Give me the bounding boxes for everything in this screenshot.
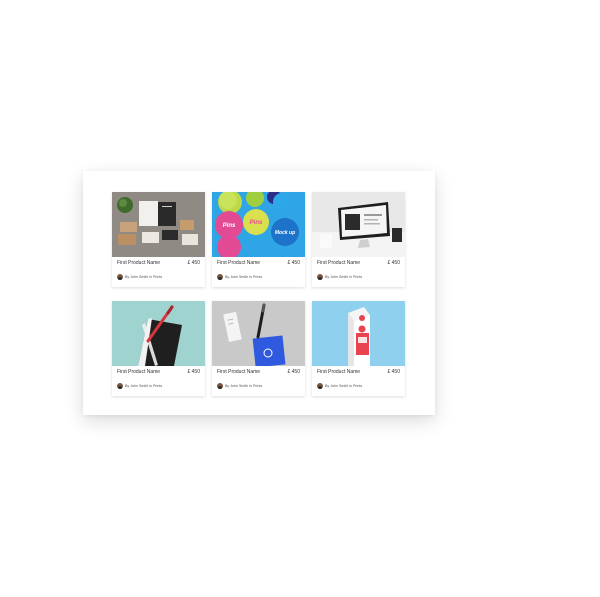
pins-badge-text: Pins bbox=[250, 220, 263, 226]
product-price: £ 450 bbox=[187, 369, 200, 375]
product-name[interactable]: First Product Name bbox=[117, 260, 160, 266]
product-author[interactable]: By John Smith in Prints bbox=[325, 275, 362, 279]
product-name[interactable]: First Product Name bbox=[217, 260, 260, 266]
author-avatar bbox=[217, 274, 223, 280]
product-image-pins[interactable]: Pins Pins Mock up bbox=[212, 192, 305, 257]
product-image-desktop[interactable] bbox=[312, 192, 405, 257]
product-image-milk-carton[interactable] bbox=[312, 301, 405, 366]
author-avatar bbox=[117, 383, 123, 389]
product-author[interactable]: By John Smith in Prints bbox=[225, 384, 262, 388]
product-price: £ 450 bbox=[387, 260, 400, 266]
product-name[interactable]: First Product Name bbox=[317, 369, 360, 375]
product-author[interactable]: By John Smith in Prints bbox=[125, 384, 162, 388]
author-avatar bbox=[317, 274, 323, 280]
product-author[interactable]: By John Smith in Prints bbox=[125, 275, 162, 279]
product-card[interactable]: First Product Name £ 450 By John Smith i… bbox=[312, 192, 405, 287]
product-card[interactable]: First Product Name £ 450 By John Smith i… bbox=[112, 192, 205, 287]
product-card[interactable]: First Product Name £ 450 By John Smith i… bbox=[212, 301, 305, 396]
product-price: £ 450 bbox=[287, 260, 300, 266]
product-name[interactable]: First Product Name bbox=[317, 260, 360, 266]
product-name[interactable]: First Product Name bbox=[117, 369, 160, 375]
author-avatar bbox=[317, 383, 323, 389]
product-price: £ 450 bbox=[187, 260, 200, 266]
product-image-notebook[interactable] bbox=[112, 301, 205, 366]
product-author[interactable]: By John Smith in Prints bbox=[325, 384, 362, 388]
product-card[interactable]: Pins Pins Mock up First Product Name £ 4… bbox=[212, 192, 305, 287]
pins-badge-text: Pins bbox=[223, 223, 236, 229]
author-avatar bbox=[217, 383, 223, 389]
product-name[interactable]: First Product Name bbox=[217, 369, 260, 375]
product-price: £ 450 bbox=[387, 369, 400, 375]
product-image-business-card[interactable] bbox=[212, 301, 305, 366]
author-avatar bbox=[117, 274, 123, 280]
product-author[interactable]: By John Smith in Prints bbox=[225, 275, 262, 279]
product-price: £ 450 bbox=[287, 369, 300, 375]
product-image-stationery[interactable] bbox=[112, 192, 205, 257]
product-grid-panel: First Product Name £ 450 By John Smith i… bbox=[83, 171, 435, 415]
product-card[interactable]: First Product Name £ 450 By John Smith i… bbox=[112, 301, 205, 396]
mockup-badge-text: Mock up bbox=[275, 230, 295, 236]
product-card[interactable]: First Product Name £ 450 By John Smith i… bbox=[312, 301, 405, 396]
